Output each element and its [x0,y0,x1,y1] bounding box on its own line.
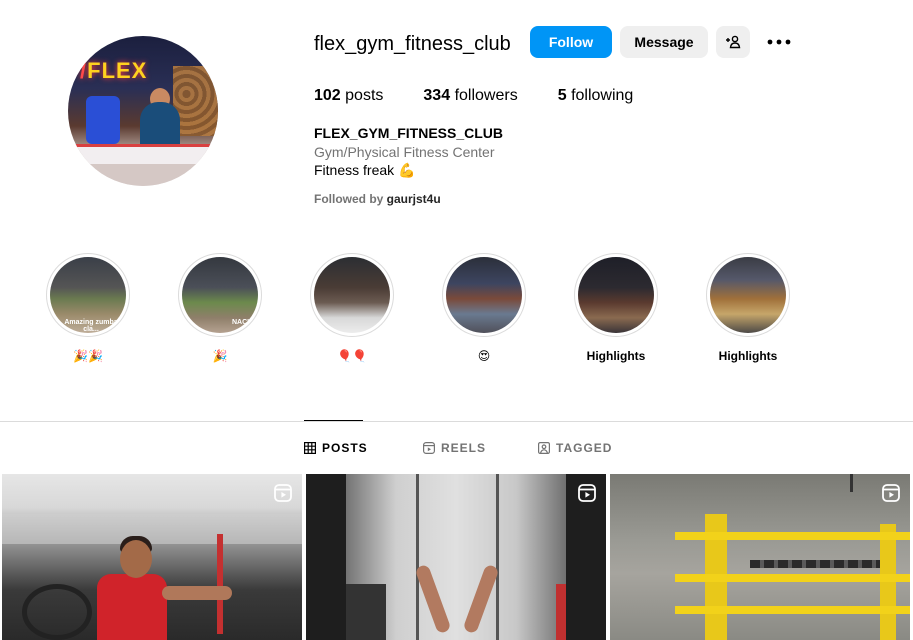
tab-posts[interactable]: POSTS [304,441,368,455]
post-scene-rack-bar [675,574,910,582]
avatar-neon-sign: /FLEX [80,58,148,83]
more-horizontal-icon [767,39,791,45]
message-button[interactable]: Message [620,26,708,58]
tagged-icon [538,442,550,454]
post-scene-rope [850,474,853,492]
profile-full-name: FLEX_GYM_FITNESS_CLUB [314,125,504,141]
followed-by-user[interactable]: gaurjst4u [387,192,441,206]
followed-by[interactable]: Followed by gaurjst4u [314,192,441,206]
post-scene-arm-right [462,563,500,635]
post-scene-cable [496,474,499,640]
avatar-chair [86,96,120,144]
highlight-item[interactable]: NACH 🎉 [178,253,262,363]
reel-icon [274,484,292,502]
reel-icon [882,484,900,502]
post-scene-arm-left [414,563,452,635]
profile-stats: 102 posts 334 followers 5 following [314,87,673,105]
highlight-label: 🎉 [212,349,228,363]
post-scene-wall [2,514,302,544]
post-scene-rack-post [880,524,896,640]
reel-icon [578,484,596,502]
highlight-item[interactable]: Amazing zumba cla... 🎉🎉 [46,253,130,363]
profile-category: Gym/Physical Fitness Center [314,144,495,160]
highlight-ring [706,253,790,337]
follow-button[interactable]: Follow [530,26,612,58]
tab-reels[interactable]: REELS [423,441,486,455]
post-scene-weight-stack [346,584,386,640]
highlight-cover: Amazing zumba cla... [50,257,126,333]
add-person-icon [726,35,741,49]
post-scene-bike [22,584,92,640]
post-thumbnail[interactable] [306,474,606,640]
highlight-ring: Amazing zumba cla... [46,253,130,337]
tab-tagged[interactable]: TAGGED [538,441,612,455]
highlight-label: 🎈🎈 [337,349,367,363]
highlight-label: 😍 [477,349,491,363]
posts-count: 102 posts [314,87,384,104]
highlight-item[interactable]: 😍 [442,253,526,363]
highlight-ring: NACH [178,253,262,337]
post-scene-dumbbells [750,560,880,568]
highlight-cover [446,257,522,333]
post-scene-head [120,540,152,578]
highlight-item[interactable]: 🎈🎈 [310,253,394,363]
highlight-cover [578,257,654,333]
post-scene-arm [162,586,232,600]
post-scene-rack-bar [675,606,910,614]
avatar-desk-front [68,164,218,186]
tabs-divider [0,421,913,422]
post-scene-rack-bar [675,532,910,540]
active-tab-indicator [304,420,363,421]
highlight-label: 🎉🎉 [73,349,103,363]
more-options-button[interactable] [760,26,798,58]
highlight-label: Highlights [718,349,778,363]
followers-link[interactable]: 334 followers [423,87,517,105]
post-scene-frame-left [306,474,346,640]
highlight-cover [710,257,786,333]
grid-icon [304,442,316,454]
post-scene-person [97,574,167,640]
highlight-ring [442,253,526,337]
post-thumbnail[interactable] [610,474,910,640]
suggested-users-button[interactable] [716,26,750,58]
highlight-label: Highlights [586,349,646,363]
reels-icon [423,442,435,454]
profile-avatar[interactable]: /FLEX [68,36,218,186]
profile-username: flex_gym_fitness_club [314,33,511,55]
post-scene-machine [217,534,223,634]
post-thumbnail[interactable] [2,474,302,640]
profile-bio: Fitness freak 💪 [314,162,416,178]
highlight-item[interactable]: Highlights [574,253,658,363]
highlight-ring [574,253,658,337]
post-scene-cable [416,474,419,640]
following-link[interactable]: 5 following [558,87,634,105]
highlight-item[interactable]: Highlights [706,253,790,363]
highlight-cover [314,257,390,333]
highlight-ring [310,253,394,337]
post-scene-stripe [556,584,566,640]
avatar-desk [68,144,218,164]
highlight-cover: NACH [182,257,258,333]
